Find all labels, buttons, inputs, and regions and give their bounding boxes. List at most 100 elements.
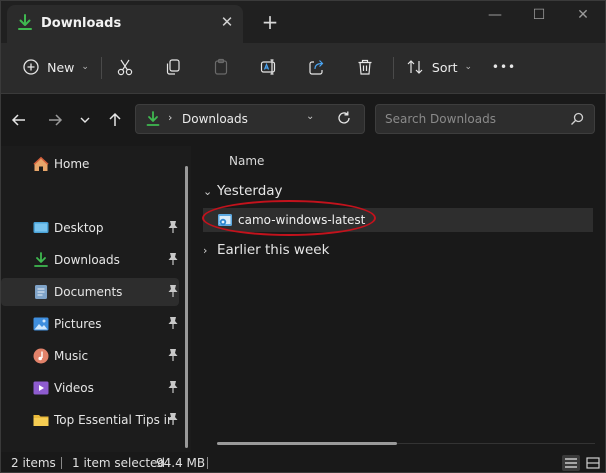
clipboard-icon: [214, 58, 228, 75]
new-button[interactable]: New ⌄: [15, 51, 97, 83]
search-box[interactable]: Search Downloads: [375, 104, 595, 134]
refresh-icon[interactable]: [336, 110, 352, 126]
minimize-button[interactable]: —: [473, 1, 517, 31]
copy-icon: [166, 59, 180, 75]
sidebar-scrollbar[interactable]: [185, 166, 188, 448]
pin-icon[interactable]: [167, 252, 179, 266]
up-button[interactable]: [103, 108, 127, 132]
download-icon: [146, 111, 160, 126]
documents-icon: [35, 285, 47, 299]
sidebar-item-documents[interactable]: Documents: [1, 278, 179, 306]
recent-locations-button[interactable]: [73, 108, 97, 132]
tab-title: Downloads: [41, 16, 122, 31]
pictures-icon: [33, 317, 49, 331]
divider: [393, 57, 394, 79]
file-explorer-window: Downloads ✕ + — ☐ ✕ New ⌄ Sort ⌄ ••• › D…: [0, 0, 606, 473]
sidebar-item-downloads[interactable]: Downloads: [29, 246, 179, 274]
address-dropdown-icon[interactable]: ⌄: [306, 111, 314, 122]
close-window-button[interactable]: ✕: [561, 1, 605, 31]
sidebar-item-label: Home: [54, 157, 90, 171]
sort-label: Sort: [431, 59, 458, 75]
copy-button[interactable]: [159, 51, 187, 83]
divider: [61, 457, 62, 469]
tiles-view-icon[interactable]: [584, 455, 602, 471]
details-view-icon[interactable]: [562, 455, 580, 471]
pin-icon[interactable]: [167, 412, 179, 426]
rename-button[interactable]: [255, 51, 283, 83]
maximize-button[interactable]: ☐: [517, 1, 561, 31]
selection-count: 1 item selected: [72, 456, 166, 470]
sidebar-item-top-essential-tips[interactable]: Top Essential Tips in: [29, 406, 179, 434]
share-button[interactable]: [303, 51, 331, 83]
pin-icon[interactable]: [167, 316, 179, 330]
file-list: Name ⌄ Yesterday camo-windows-latest › Ear…: [193, 146, 605, 452]
highlight-circle: [202, 200, 376, 236]
divider: [207, 457, 208, 469]
chevron-down-icon: ⌄: [464, 62, 473, 72]
file-row[interactable]: camo-windows-latest: [202, 200, 593, 236]
search-input[interactable]: Search Downloads: [385, 112, 496, 126]
pin-icon[interactable]: [167, 380, 179, 394]
paste-button: [207, 51, 235, 83]
home-icon: [33, 156, 49, 171]
close-tab-icon[interactable]: ✕: [216, 11, 238, 33]
sidebar-item-label: Desktop: [54, 221, 104, 235]
more-options-button[interactable]: •••: [489, 51, 519, 83]
new-tab-button[interactable]: +: [259, 11, 281, 33]
trash-icon: [358, 59, 372, 75]
forward-button[interactable]: [43, 108, 67, 132]
status-bar: 2 items 1 item selected 94.4 MB: [1, 452, 605, 472]
sidebar-item-label: Documents: [54, 285, 123, 299]
sidebar-item-videos[interactable]: Videos: [29, 374, 179, 402]
divider: [101, 57, 102, 79]
horizontal-scrollbar[interactable]: [217, 442, 397, 445]
arrow-left-icon: [11, 114, 25, 126]
videos-icon: [33, 381, 49, 395]
chevron-right-icon: ›: [203, 244, 208, 257]
download-icon: [34, 252, 48, 267]
sidebar-item-music[interactable]: Music: [29, 342, 179, 370]
chevron-down-icon: ⌄: [203, 185, 213, 198]
sort-button[interactable]: Sort ⌄: [403, 51, 475, 83]
title-bar: Downloads ✕ + — ☐ ✕: [1, 1, 605, 43]
back-button[interactable]: [7, 108, 31, 132]
pin-icon[interactable]: [167, 220, 179, 234]
tab-downloads[interactable]: Downloads ✕: [7, 5, 243, 43]
folder-icon: [33, 415, 49, 426]
sidebar-item-label: Downloads: [54, 253, 120, 267]
rename-icon: [260, 59, 276, 75]
download-icon: [18, 14, 32, 30]
address-bar[interactable]: › Downloads ⌄: [135, 104, 365, 134]
arrow-right-icon: [49, 114, 63, 126]
chevron-down-icon: ⌄: [81, 62, 89, 72]
music-icon: [33, 348, 49, 364]
desktop-icon: [33, 222, 49, 233]
new-label: New: [47, 59, 75, 75]
sidebar-item-label: Videos: [54, 381, 94, 395]
navigation-pane: Home Desktop Downloads Documents Picture…: [1, 146, 191, 452]
delete-button[interactable]: [351, 51, 379, 83]
group-header-earlier-this-week[interactable]: › Earlier this week: [203, 242, 329, 258]
sidebar-item-home[interactable]: Home: [29, 150, 179, 178]
scissors-icon: [117, 59, 133, 76]
navigation-bar: › Downloads ⌄ Search Downloads: [1, 94, 605, 146]
pin-icon[interactable]: [167, 348, 179, 362]
group-label: Earlier this week: [217, 242, 330, 258]
sidebar-item-pictures[interactable]: Pictures: [29, 310, 179, 338]
breadcrumb-downloads[interactable]: Downloads: [182, 112, 248, 126]
command-bar: New ⌄ Sort ⌄ •••: [1, 43, 605, 94]
item-count: 2 items: [11, 456, 56, 470]
search-icon: [571, 112, 584, 125]
cut-button[interactable]: [111, 51, 139, 83]
sort-icon: [407, 60, 423, 74]
group-label: Yesterday: [217, 183, 283, 199]
sidebar-item-label: Top Essential Tips in: [54, 413, 175, 427]
column-header-name[interactable]: Name: [229, 154, 264, 168]
pin-icon[interactable]: [167, 284, 179, 298]
breadcrumb-separator: ›: [168, 111, 173, 124]
share-icon: [309, 60, 324, 75]
sidebar-item-desktop[interactable]: Desktop: [29, 214, 179, 242]
plus-circle-icon: [23, 59, 39, 75]
group-header-yesterday[interactable]: ⌄ Yesterday: [203, 183, 283, 199]
arrow-up-icon: [109, 112, 121, 126]
